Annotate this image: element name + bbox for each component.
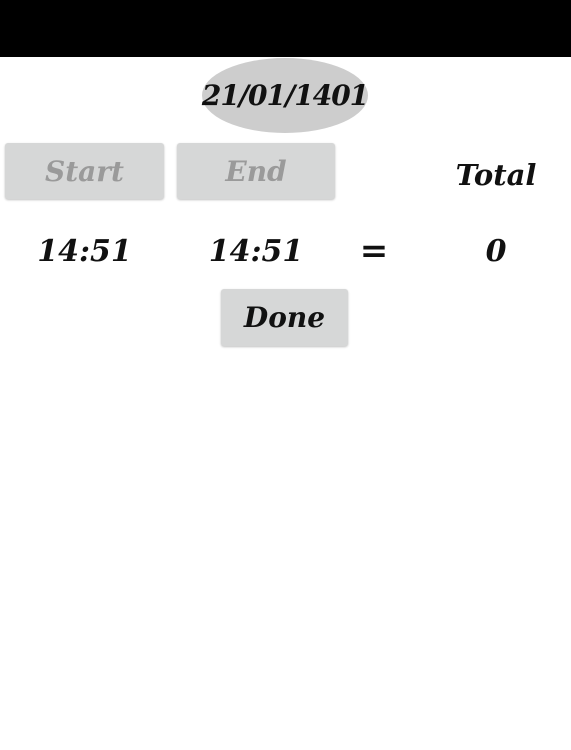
start-time-value: 14:51 xyxy=(37,233,132,269)
total-value: 0 xyxy=(485,233,507,269)
end-button[interactable]: End xyxy=(177,143,335,199)
end-time-value: 14:51 xyxy=(208,233,304,269)
done-button-label: Done xyxy=(243,301,326,334)
date-display[interactable]: 21/01/1401 xyxy=(201,58,369,133)
date-label: 21/01/1401 xyxy=(201,79,369,112)
status-bar xyxy=(0,0,571,57)
total-label: Total xyxy=(455,158,537,192)
start-button[interactable]: Start xyxy=(5,143,164,199)
done-button[interactable]: Done xyxy=(221,289,348,346)
equals-sign: = xyxy=(359,231,389,271)
end-button-label: End xyxy=(225,154,287,188)
start-button-label: Start xyxy=(45,154,124,188)
